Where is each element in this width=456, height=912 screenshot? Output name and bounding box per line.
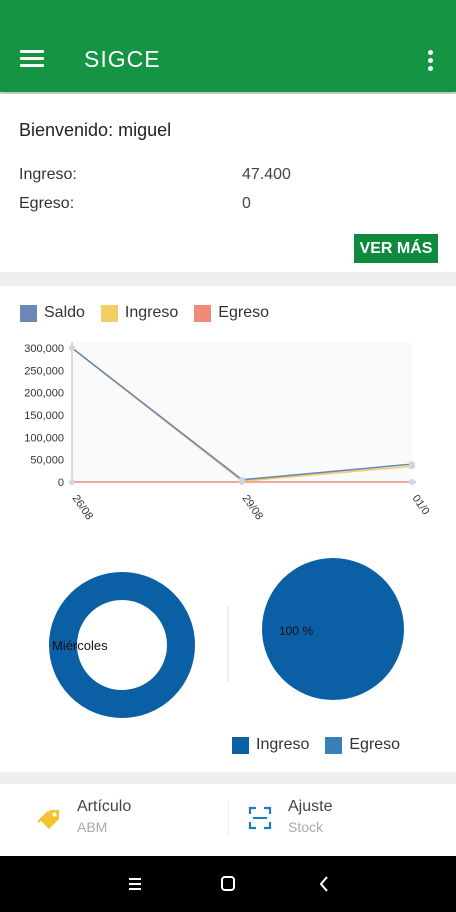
legend-item-egreso: Egreso xyxy=(194,304,269,322)
welcome-text: Bienvenido: miguel xyxy=(19,120,172,140)
y-tick-label: 200,000 xyxy=(24,388,64,400)
expense-label: Egreso: xyxy=(19,195,75,212)
x-tick-label: 01/0 xyxy=(410,493,432,517)
legend-item-ingreso: Ingreso xyxy=(100,304,179,322)
x-tick-label: 29/08 xyxy=(240,493,266,522)
more-vert-icon[interactable] xyxy=(424,50,436,72)
y-tick-label: 100,000 xyxy=(24,432,64,444)
y-tick-label: 150,000 xyxy=(24,410,64,422)
legend-label: Egreso xyxy=(218,304,269,321)
legend-swatch xyxy=(232,736,249,754)
summary-card: Bienvenido: miguel Ingreso: 47.400 Egres… xyxy=(0,94,456,272)
tool-title: Artículo xyxy=(77,798,132,815)
tool-subtitle: Stock xyxy=(288,819,324,835)
data-point xyxy=(239,476,245,483)
data-point xyxy=(409,479,415,485)
data-point xyxy=(69,345,75,351)
pie-legend: Ingreso Egreso xyxy=(232,736,416,754)
line-chart-legend: Saldo Ingreso Egreso xyxy=(20,304,285,322)
legend-label: Egreso xyxy=(349,736,401,753)
income-label: Ingreso: xyxy=(19,166,77,183)
ajuste-tool[interactable]: Ajuste Stock xyxy=(229,784,456,856)
articulo-tool[interactable]: Artículo ABM xyxy=(0,784,228,856)
pie-charts: Miércoles 100 % xyxy=(49,558,404,718)
tools-card: Artículo ABM Ajuste Stock xyxy=(0,784,456,856)
pie-legend-item-ingreso: Ingreso xyxy=(232,736,309,754)
app-bar: SIGCE xyxy=(0,0,456,92)
data-point xyxy=(409,461,415,468)
x-tick-label: 26/08 xyxy=(70,493,96,522)
hamburger-menu-icon[interactable] xyxy=(20,50,44,70)
system-nav-bar xyxy=(0,856,456,912)
expense-value: 0 xyxy=(242,195,251,212)
legend-swatch xyxy=(325,736,343,754)
y-tick-label: 0 xyxy=(58,477,64,489)
legend-label: Ingreso xyxy=(124,304,179,321)
income-value: 47.400 xyxy=(242,166,291,183)
home-icon[interactable] xyxy=(217,874,239,894)
pie-legend-item-egreso: Egreso xyxy=(325,736,400,754)
back-icon[interactable] xyxy=(313,874,335,894)
legend-label: Saldo xyxy=(44,304,85,321)
charts-card: Saldo Ingreso Egreso 300,000 250,000 200,0… xyxy=(0,286,456,772)
legend-swatch xyxy=(20,304,37,322)
line-chart: 300,000 250,000 200,000 150,000 100,000 50,00… xyxy=(24,342,432,522)
plot-area xyxy=(72,342,412,482)
y-tick-label: 50,000 xyxy=(30,455,64,467)
legend-item-saldo: Saldo xyxy=(20,304,85,322)
legend-swatch xyxy=(100,304,118,322)
legend-swatch xyxy=(194,304,212,322)
ver-mas-button[interactable]: VER MÁS xyxy=(354,234,438,263)
data-point xyxy=(69,479,75,485)
app-title: SIGCE xyxy=(84,46,161,72)
legend-label: Ingreso xyxy=(256,736,310,753)
y-tick-label: 300,000 xyxy=(24,343,64,355)
recents-icon[interactable] xyxy=(124,874,146,894)
tool-subtitle: ABM xyxy=(77,819,108,835)
pie-slice-label: 100 % xyxy=(279,624,313,638)
scan-icon xyxy=(248,806,272,830)
donut-label: Miércoles xyxy=(52,638,108,653)
y-tick-label: 250,000 xyxy=(24,365,64,377)
tool-title: Ajuste xyxy=(288,798,333,815)
tag-icon xyxy=(37,810,59,829)
